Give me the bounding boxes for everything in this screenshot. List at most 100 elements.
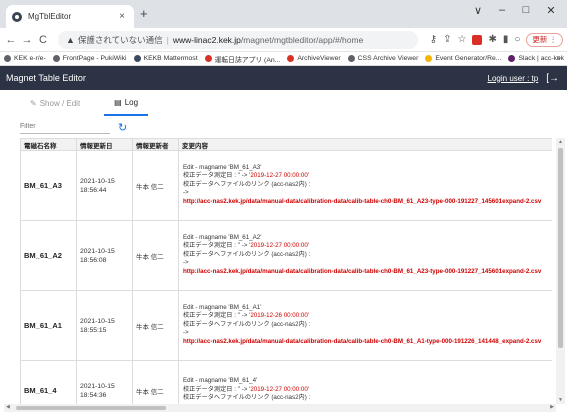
magnet-name-cell: BM_61_A1	[20, 290, 77, 361]
magnet-name-cell: BM_61_A3	[20, 150, 77, 221]
calibration-file-label: 校正データへファイルのリンク (acc-nas2内) :	[183, 250, 311, 258]
bookmark-label: 運転日誌アプリ (An...	[214, 56, 281, 64]
scroll-left-icon[interactable]: ◀	[6, 404, 10, 410]
bookmark-item[interactable]: KEKB Mattermost	[133, 55, 198, 62]
back-icon[interactable]: ←	[4, 34, 18, 46]
app-title: Magnet Table Editor	[6, 73, 86, 83]
sidepanel-icon[interactable]: ▮	[503, 34, 509, 45]
key-icon[interactable]: ⚷	[430, 34, 437, 45]
bookmark-item[interactable]: KEK e-r/e-	[4, 55, 46, 62]
change-content-cell: Edit - magname 'BM_61_A2' 校正データ測定日 : '' -…	[178, 220, 552, 291]
tab-show-edit[interactable]: ✎ Show / Edit	[20, 90, 90, 116]
tab-show-edit-label: Show / Edit	[39, 98, 81, 108]
calibration-date-line: 校正データ測定日 : '' -> '2019-12-27 00:00:00'	[183, 242, 548, 251]
log-icon: ▤	[114, 97, 122, 107]
bookmark-label: KEKB Mattermost	[143, 55, 198, 62]
arrow-line: ->	[183, 189, 189, 197]
puzzle-icon[interactable]: ✱	[488, 34, 496, 45]
tab-close-icon[interactable]: ×	[116, 11, 128, 22]
url-path: /magnet/mgtbleditor/app/#/home	[240, 34, 364, 45]
scroll-up-icon[interactable]: ▲	[556, 139, 565, 145]
calibration-file-link[interactable]: http://acc-nas2.kek.jp/data/manual-data/…	[183, 198, 548, 207]
column-header-changes[interactable]: 変更内容	[178, 138, 552, 151]
table-row[interactable]: BM_61_A1 2021-10-15 18:55:15 牛本 信二 Edit - ma…	[20, 290, 552, 361]
warning-icon: ▲	[66, 34, 75, 45]
log-table: 電磁石名称 情報更新日 情報更新者 変更内容 BM_61_A3 2021-10-1…	[20, 138, 552, 412]
bookmark-item[interactable]: 運転日誌アプリ (An...	[204, 54, 281, 64]
url-host: www-linac2.kek.jp	[172, 34, 241, 45]
bookmark-favicon-icon	[347, 55, 355, 62]
calibration-date-line: 校正データ測定日 : '' -> '2019-12-27 00:00:00'	[183, 172, 548, 181]
bookmark-label: Event Generator/Re...	[435, 55, 502, 62]
change-content-cell: Edit - magname 'BM_61_A1' 校正データ測定日 : '' -…	[178, 290, 552, 361]
forward-icon[interactable]: →	[20, 34, 34, 46]
update-button[interactable]: 更新 ⋮	[526, 32, 563, 47]
bookmark-favicon-icon	[425, 55, 433, 62]
updater-cell: 牛本 信二	[132, 290, 179, 361]
browser-tab[interactable]: MgTblEditor ×	[6, 5, 134, 28]
app-header: Magnet Table Editor Login user : tp [→	[0, 66, 567, 90]
extension-icon[interactable]	[472, 34, 483, 45]
horizontal-scrollbar[interactable]: ◀ ▶	[4, 404, 556, 412]
calibration-date-line: 校正データ測定日 : '' -> '2019-12-27 00:00:00'	[183, 386, 548, 395]
share-icon[interactable]: ⇪	[443, 34, 451, 45]
horizontal-scroll-thumb[interactable]	[16, 406, 166, 410]
calibration-date-label: 校正データ測定日 : '' ->	[183, 242, 250, 250]
maximize-button[interactable]: □	[518, 4, 534, 16]
column-header-updater[interactable]: 情報更新者	[132, 138, 179, 151]
calibration-file-link[interactable]: http://acc-nas2.kek.jp/data/manual-data/…	[183, 338, 548, 347]
security-label: 保護されていない通信	[77, 34, 163, 45]
tab-title: MgTblEditor	[28, 12, 72, 21]
refresh-icon[interactable]: ↻	[118, 121, 127, 134]
profile-icon[interactable]: ○	[514, 34, 520, 45]
address-bar[interactable]: ▲ 保護されていない通信 | www-linac2.kek.jp /magnet…	[58, 30, 418, 49]
column-header-magnet-name[interactable]: 電磁石名称	[20, 138, 77, 151]
close-window-button[interactable]: ✕	[543, 4, 559, 17]
bookmark-label: ArchiveViewer	[297, 55, 341, 62]
calibration-date-label: 校正データ測定日 : '' ->	[183, 172, 250, 180]
edit-line: Edit - magname 'BM_61_4'	[183, 377, 258, 385]
update-date: 2021-10-15	[80, 247, 115, 255]
bookmark-label: FrontPage - PukiWiki	[62, 55, 127, 62]
filter-input[interactable]	[20, 120, 110, 134]
tab-search-icon[interactable]: ∨	[470, 4, 486, 17]
table-row[interactable]: BM_61_A2 2021-10-15 18:56:08 牛本 信二 Edit - ma…	[20, 220, 552, 291]
bookmark-item[interactable]: CSS Archive Viewer	[347, 55, 418, 62]
vertical-scroll-thumb[interactable]	[558, 148, 563, 348]
calibration-file-link[interactable]: http://acc-nas2.kek.jp/data/manual-data/…	[183, 268, 548, 277]
log-table-container: 電磁石名称 情報更新日 情報更新者 変更内容 BM_61_A3 2021-10-1…	[20, 138, 552, 412]
bookmark-favicon-icon	[204, 55, 212, 62]
update-date-cell: 2021-10-15 18:56:44	[76, 150, 133, 221]
scroll-right-icon[interactable]: ▶	[550, 404, 554, 410]
change-content-cell: Edit - magname 'BM_61_A3' 校正データ測定日 : '' -…	[178, 150, 552, 221]
bookmark-favicon-icon	[52, 55, 60, 62]
calibration-date-label: 校正データ測定日 : '' ->	[183, 312, 250, 320]
browser-toolbar: ← → C ▲ 保護されていない通信 | www-linac2.kek.jp /…	[0, 28, 567, 52]
vertical-scrollbar[interactable]: ▲ ▼	[556, 138, 565, 404]
updater-cell: 牛本 信二	[132, 150, 179, 221]
bookmark-favicon-icon	[4, 55, 11, 62]
update-date-cell: 2021-10-15 18:56:08	[76, 220, 133, 291]
bookmark-item[interactable]: FrontPage - PukiWiki	[52, 55, 127, 62]
calibration-file-label: 校正データへファイルのリンク (acc-nas2内) :	[183, 180, 311, 188]
column-header-update-date[interactable]: 情報更新日	[76, 138, 133, 151]
bookmark-item[interactable]: ArchiveViewer	[287, 55, 341, 62]
scroll-down-icon[interactable]: ▼	[556, 397, 565, 403]
table-row[interactable]: BM_61_A3 2021-10-15 18:56:44 牛本 信二 Edit - ma…	[20, 150, 552, 221]
minimize-button[interactable]: –	[494, 4, 510, 16]
bookmark-item[interactable]: Event Generator/Re...	[425, 55, 501, 62]
bookmark-star-icon[interactable]: ☆	[457, 34, 466, 45]
arrow-line: ->	[183, 259, 189, 267]
login-user-link[interactable]: Login user : tp	[488, 74, 539, 83]
arrow-line: ->	[183, 329, 189, 337]
new-tab-button[interactable]: +	[140, 6, 148, 22]
tab-log[interactable]: ▤ Log	[104, 90, 149, 116]
updater-cell: 牛本 信二	[132, 220, 179, 291]
bookmarks-more-icon[interactable]: »	[557, 53, 561, 62]
tab-log-label: Log	[124, 97, 139, 107]
edit-line: Edit - magname 'BM_61_A2'	[183, 233, 262, 241]
address-separator: |	[166, 34, 169, 45]
logout-icon[interactable]: [→	[546, 73, 559, 84]
browser-tabstrip: MgTblEditor × + ∨ – □ ✕	[0, 0, 567, 28]
reload-icon[interactable]: C	[36, 34, 50, 46]
